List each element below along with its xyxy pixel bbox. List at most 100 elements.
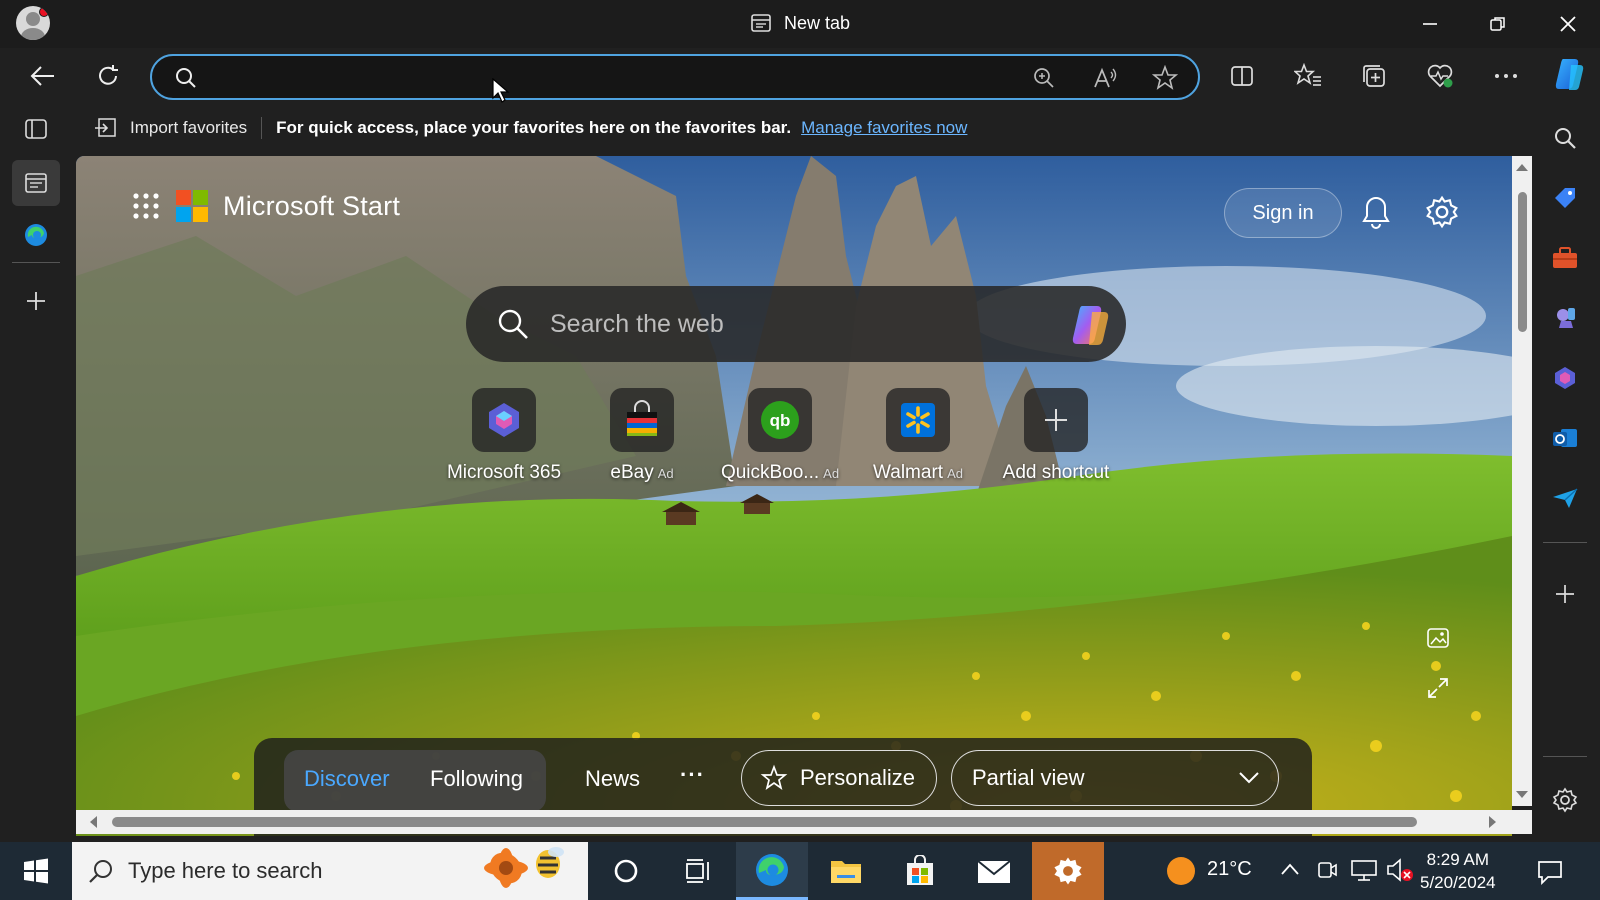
copilot-button[interactable] <box>1548 54 1588 94</box>
action-center-icon[interactable] <box>1536 858 1564 886</box>
shortcut-tile: qb <box>748 388 812 452</box>
network-icon[interactable] <box>1350 858 1378 882</box>
expand-icon[interactable] <box>1426 676 1450 700</box>
profile-avatar[interactable] <box>16 6 50 40</box>
zoom-icon[interactable] <box>1032 66 1056 90</box>
scroll-up-icon[interactable] <box>1515 162 1529 172</box>
sidebar-outlook-button[interactable] <box>1543 416 1587 460</box>
shortcut-walmart[interactable]: Walmart Ad <box>848 388 988 484</box>
tab-actions-button[interactable] <box>12 106 60 152</box>
taskbar-app-store[interactable] <box>884 842 956 900</box>
taskbar-app-file-explorer[interactable] <box>810 842 882 900</box>
sidebar-add-button[interactable] <box>1543 572 1587 616</box>
minimize-button[interactable] <box>1410 8 1450 40</box>
split-screen-button[interactable] <box>1222 56 1262 96</box>
sidebar-tools-button[interactable] <box>1543 236 1587 280</box>
gear-icon <box>1426 195 1458 229</box>
weather-temperature[interactable]: 21°C <box>1207 858 1252 881</box>
apps-launcher-icon[interactable] <box>131 191 161 221</box>
address-bar[interactable] <box>150 54 1200 100</box>
taskbar-clock[interactable]: 8:29 AM 5/20/2024 <box>1420 848 1496 894</box>
background-landscape-image <box>76 156 1512 836</box>
personalize-button[interactable]: Personalize <box>741 750 937 806</box>
manage-favorites-link[interactable]: Manage favorites now <box>801 118 967 138</box>
more-tabs-button[interactable]: ··· <box>680 762 705 788</box>
sidebar-drop-button[interactable] <box>1543 476 1587 520</box>
sign-in-button[interactable]: Sign in <box>1224 188 1342 238</box>
close-button[interactable] <box>1548 8 1588 40</box>
ad-badge: Ad <box>823 466 840 481</box>
import-favorites-button[interactable]: Import favorites <box>80 116 261 140</box>
send-plane-icon <box>1553 488 1578 508</box>
web-search-placeholder: Search the web <box>550 309 724 338</box>
collections-button[interactable] <box>1354 56 1394 96</box>
address-input[interactable] <box>212 62 972 92</box>
browser-essentials-button[interactable] <box>1420 56 1460 96</box>
import-favorites-label: Import favorites <box>130 118 248 137</box>
vertical-tab-edge[interactable] <box>12 212 60 258</box>
weather-sun-icon[interactable] <box>1165 855 1197 887</box>
web-search-box[interactable]: Search the web <box>466 286 1126 362</box>
taskbar-search-placeholder: Type here to search <box>128 858 323 883</box>
sidebar-games-button[interactable] <box>1543 296 1587 340</box>
back-button[interactable] <box>22 56 62 96</box>
refresh-button[interactable] <box>88 56 128 96</box>
shortcut-label: QuickBoo... <box>720 462 820 483</box>
scroll-right-icon[interactable] <box>1488 815 1498 829</box>
notifications-button[interactable] <box>1354 190 1398 234</box>
shortcut-label: Microsoft 365 <box>446 462 562 483</box>
chevron-up-icon[interactable] <box>1280 862 1300 876</box>
ad-badge: Ad <box>657 466 674 481</box>
image-info-icon[interactable] <box>1426 626 1450 650</box>
windows-logo-icon <box>24 858 48 884</box>
vertical-scroll-thumb[interactable] <box>1518 192 1527 332</box>
shortcut-tile <box>610 388 674 452</box>
task-view-button[interactable] <box>662 842 734 900</box>
taskbar-search-box[interactable]: Type here to search <box>72 842 588 900</box>
sidebar-settings-button[interactable] <box>1543 778 1587 822</box>
taskbar-app-settings[interactable] <box>1032 842 1104 900</box>
tab[interactable]: New tab <box>750 12 850 34</box>
vertical-tab-new-tab[interactable] <box>12 160 60 206</box>
tab-following[interactable]: Following <box>430 766 523 792</box>
new-tab-button[interactable] <box>12 278 60 324</box>
volume-muted-icon[interactable] <box>1386 857 1414 883</box>
page-layout-value: Partial view <box>972 765 1085 790</box>
favorites-button[interactable] <box>1288 56 1328 96</box>
cortana-button[interactable] <box>590 842 662 900</box>
sidebar-shopping-button[interactable] <box>1543 176 1587 220</box>
tab-discover[interactable]: Discover <box>304 766 390 792</box>
personalize-label: Personalize <box>800 765 915 790</box>
edge-sidebar <box>1535 110 1600 840</box>
shortcut-ebay[interactable]: eBay Ad <box>572 388 712 484</box>
taskbar-app-edge[interactable] <box>736 842 808 900</box>
vertical-scrollbar[interactable] <box>1512 156 1532 806</box>
page-settings-button[interactable] <box>1420 190 1464 234</box>
start-button[interactable] <box>0 842 72 900</box>
sidebar-search-button[interactable] <box>1543 116 1587 160</box>
page-layout-select[interactable]: Partial view <box>951 750 1279 806</box>
svg-text:qb: qb <box>770 411 791 430</box>
meet-now-icon[interactable] <box>1316 858 1338 882</box>
scroll-down-icon[interactable] <box>1515 790 1529 800</box>
favorite-star-icon[interactable] <box>1152 65 1178 91</box>
tab-news[interactable]: News <box>585 766 640 792</box>
shortcut-microsoft365[interactable]: Microsoft 365 <box>434 388 574 484</box>
search-icon <box>176 68 196 88</box>
restore-button[interactable] <box>1478 8 1518 40</box>
horizontal-scrollbar[interactable] <box>76 810 1532 834</box>
restore-icon <box>1490 17 1505 31</box>
favorites-bar: Import favorites For quick access, place… <box>80 110 967 146</box>
more-menu-button[interactable] <box>1486 56 1526 96</box>
read-aloud-icon[interactable] <box>1092 66 1118 90</box>
sidebar-microsoft365-button[interactable] <box>1543 356 1587 400</box>
taskbar-app-mail[interactable] <box>958 842 1030 900</box>
copilot-icon[interactable] <box>1064 300 1114 350</box>
scroll-left-icon[interactable] <box>88 815 98 829</box>
horizontal-scroll-thumb[interactable] <box>112 817 1417 827</box>
search-icon <box>1555 128 1576 149</box>
shortcut-quickbooks[interactable]: qb QuickBoo... Ad <box>710 388 850 484</box>
add-shortcut-button[interactable]: Add shortcut <box>986 388 1126 484</box>
mail-envelope-icon <box>977 860 1011 883</box>
sparkle-star-icon <box>760 764 788 791</box>
